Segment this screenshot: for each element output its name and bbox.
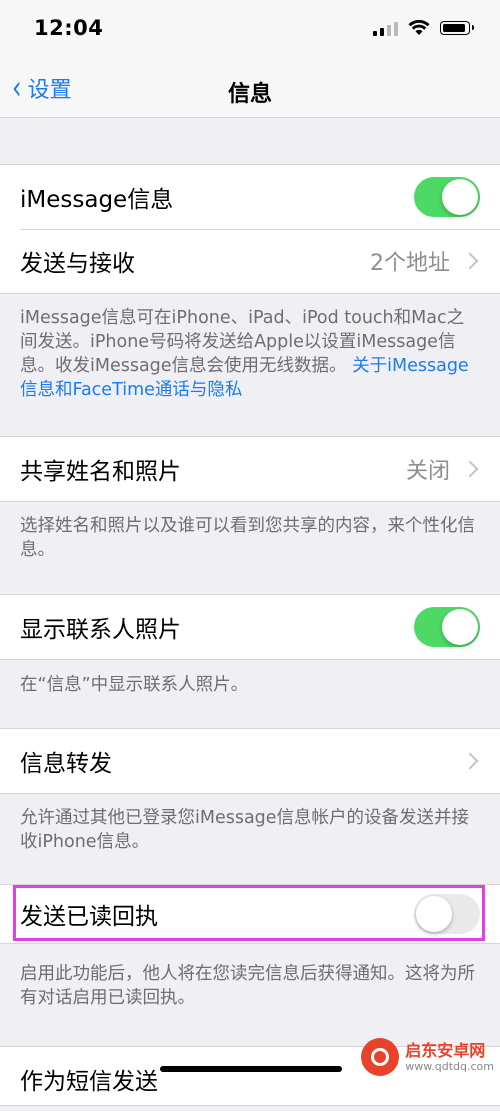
imessage-label: iMessage信息 [20, 187, 174, 213]
contact-photos-label: 显示联系人照片 [20, 617, 181, 643]
read-receipts-footnote: 启用此功能后，他人将在您读完信息后获得通知。这将为所有对话启用已读回执。 [20, 964, 475, 1008]
chevron-right-icon [461, 752, 479, 770]
contact-photos-toggle[interactable] [414, 607, 480, 647]
forwarding-label: 信息转发 [20, 751, 112, 777]
status-icons [373, 20, 474, 36]
contact-photos-footnote: 在“信息”中显示联系人照片。 [20, 675, 249, 695]
send-receive-row[interactable]: 发送与接收 2个地址 [0, 229, 500, 293]
wifi-icon [408, 20, 430, 35]
cellular-signal-icon [373, 20, 398, 36]
watermark: 启东安卓网 www.qdtdq.com [361, 1038, 494, 1076]
read-receipts-toggle[interactable] [414, 894, 480, 934]
contact-photos-row: 显示联系人照片 [0, 595, 500, 659]
read-receipts-label: 发送已读回执 [20, 904, 158, 930]
forwarding-footnote: 允许通过其他已登录您iMessage信息帐户的设备发送并接收iPhone信息。 [20, 808, 470, 852]
watermark-url: www.qdtdq.com [405, 1060, 494, 1073]
imessage-toggle[interactable] [414, 177, 480, 217]
send-receive-label: 发送与接收 [20, 251, 135, 277]
imessage-footnote: iMessage信息可在iPhone、iPad、iPod touch和Mac之间… [20, 306, 476, 402]
imessage-row: iMessage信息 [0, 165, 500, 229]
read-receipts-group: 发送已读回执 [0, 884, 500, 944]
chevron-right-icon [461, 460, 479, 478]
watermark-title: 启东安卓网 [405, 1041, 486, 1060]
share-name-value: 关闭 [405, 459, 450, 484]
forwarding-group: 信息转发 [0, 728, 500, 794]
share-name-label: 共享姓名和照片 [20, 459, 181, 485]
status-bar: 12:04 [0, 0, 500, 62]
battery-icon [440, 21, 474, 35]
share-name-footnote: 选择姓名和照片以及谁可以看到您共享的内容，来个性化信息。 [20, 516, 475, 560]
status-time: 12:04 [34, 16, 104, 40]
send-receive-value: 2个地址 [370, 251, 450, 276]
share-name-row[interactable]: 共享姓名和照片 关闭 [0, 437, 500, 501]
watermark-logo-icon [361, 1038, 400, 1076]
home-indicator[interactable] [160, 1066, 342, 1072]
page-title: 信息 [227, 82, 272, 107]
forwarding-row[interactable]: 信息转发 [0, 729, 500, 793]
share-name-group: 共享姓名和照片 关闭 [0, 436, 500, 502]
chevron-right-icon [461, 252, 479, 270]
read-receipts-row: 发送已读回执 [0, 885, 500, 943]
nav-bar: ‹ 设置 信息 [0, 62, 500, 118]
contact-photos-group: 显示联系人照片 [0, 594, 500, 660]
imessage-group: iMessage信息 发送与接收 2个地址 [0, 164, 500, 294]
